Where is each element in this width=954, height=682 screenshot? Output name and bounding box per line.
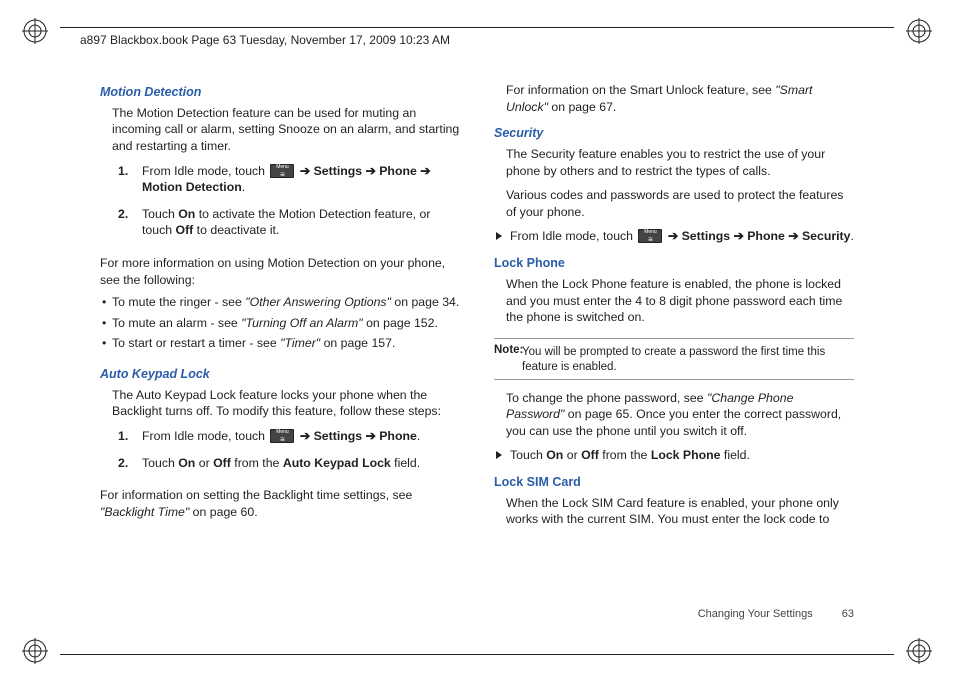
auto-more-info: For information on setting the Backlight… bbox=[100, 487, 460, 520]
page-content: Motion Detection The Motion Detection fe… bbox=[100, 82, 854, 622]
ref: "Backlight Time" bbox=[100, 505, 189, 519]
heading-lock-phone: Lock Phone bbox=[494, 255, 854, 272]
dot: . bbox=[850, 229, 853, 243]
t: To mute an alarm - see bbox=[112, 316, 241, 330]
menu-icon bbox=[270, 164, 294, 178]
registration-mark-bl bbox=[22, 638, 48, 664]
t: field. bbox=[391, 456, 420, 470]
t: from the bbox=[231, 456, 283, 470]
left-column: Motion Detection The Motion Detection fe… bbox=[100, 82, 460, 622]
heading-security: Security bbox=[494, 125, 854, 142]
t: To start or restart a timer - see bbox=[112, 336, 280, 350]
motion-step-2: Touch On to activate the Motion Detectio… bbox=[118, 206, 460, 239]
text: From Idle mode, touch bbox=[142, 429, 268, 443]
right-column: For information on the Smart Unlock feat… bbox=[494, 82, 854, 622]
t: For information on the Smart Unlock feat… bbox=[506, 83, 775, 97]
document-header: a897 Blackbox.book Page 63 Tuesday, Nove… bbox=[80, 33, 450, 47]
lock-sim-p1: When the Lock SIM Card feature is enable… bbox=[506, 495, 854, 528]
auto-intro: The Auto Keypad Lock feature locks your … bbox=[112, 387, 460, 420]
dot: . bbox=[417, 429, 420, 443]
path: ➔ Settings ➔ Phone ➔ Security bbox=[664, 229, 850, 243]
registration-mark-tl bbox=[22, 18, 48, 44]
t: on page 152. bbox=[363, 316, 438, 330]
heading-motion-detection: Motion Detection bbox=[100, 84, 460, 101]
lock-phone-toggle: Touch On or Off from the Lock Phone fiel… bbox=[496, 447, 854, 464]
off: Off bbox=[176, 223, 194, 237]
triangle-bullet-icon bbox=[496, 451, 502, 459]
t: on page 67. bbox=[548, 100, 616, 114]
t: on page 60. bbox=[189, 505, 257, 519]
field: Lock Phone bbox=[651, 448, 721, 462]
t: on page 34. bbox=[391, 295, 459, 309]
motion-step-1: From Idle mode, touch ➔ Settings ➔ Phone… bbox=[118, 163, 460, 196]
note-block: Note: You will be prompted to create a p… bbox=[494, 338, 854, 380]
off: Off bbox=[213, 456, 231, 470]
crop-line-top bbox=[60, 27, 894, 28]
ref: "Turning Off an Alarm" bbox=[241, 316, 363, 330]
lock-phone-p1: When the Lock Phone feature is enabled, … bbox=[506, 276, 854, 326]
t: from the bbox=[599, 448, 651, 462]
text: Touch bbox=[142, 207, 178, 221]
security-p2: Various codes and passwords are used to … bbox=[506, 187, 854, 220]
t: or bbox=[563, 448, 581, 462]
bullet-3: To start or restart a timer - see "Timer… bbox=[102, 335, 460, 352]
ref: "Other Answering Options" bbox=[245, 295, 391, 309]
auto-step-2: Touch On or Off from the Auto Keypad Loc… bbox=[118, 455, 460, 472]
t: To mute the ringer - see bbox=[112, 295, 245, 309]
ref: "Timer" bbox=[280, 336, 320, 350]
t: From Idle mode, touch bbox=[510, 229, 636, 243]
heading-lock-sim: Lock SIM Card bbox=[494, 474, 854, 491]
t: Touch bbox=[510, 448, 546, 462]
smart-unlock-ref: For information on the Smart Unlock feat… bbox=[506, 82, 854, 115]
path: ➔ Settings ➔ Phone bbox=[296, 429, 416, 443]
motion-more-info: For more information on using Motion Det… bbox=[100, 255, 460, 288]
on: On bbox=[178, 207, 195, 221]
note-label: Note: bbox=[494, 344, 523, 356]
field: Auto Keypad Lock bbox=[283, 456, 391, 470]
t: on page 157. bbox=[320, 336, 395, 350]
page-footer: Changing Your Settings 63 bbox=[698, 607, 854, 622]
motion-steps: From Idle mode, touch ➔ Settings ➔ Phone… bbox=[118, 163, 460, 249]
heading-auto-keypad: Auto Keypad Lock bbox=[100, 366, 460, 383]
on: On bbox=[178, 456, 195, 470]
t: To change the phone password, see bbox=[506, 391, 707, 405]
bullet-2: To mute an alarm - see "Turning Off an A… bbox=[102, 315, 460, 332]
dot: . bbox=[242, 180, 245, 194]
t: field. bbox=[721, 448, 750, 462]
page-number: 63 bbox=[842, 607, 854, 622]
triangle-bullet-icon bbox=[496, 232, 502, 240]
motion-bullets: To mute the ringer - see "Other Answerin… bbox=[102, 294, 460, 356]
text: to deactivate it. bbox=[193, 223, 279, 237]
t: or bbox=[195, 456, 213, 470]
on: On bbox=[546, 448, 563, 462]
t: For information on setting the Backlight… bbox=[100, 488, 412, 502]
t: Touch bbox=[142, 456, 178, 470]
menu-icon bbox=[270, 429, 294, 443]
lock-phone-p2: To change the phone password, see "Chang… bbox=[506, 390, 854, 440]
note-body: You will be prompted to create a passwor… bbox=[494, 345, 854, 375]
menu-icon bbox=[638, 229, 662, 243]
auto-step-1: From Idle mode, touch ➔ Settings ➔ Phone… bbox=[118, 428, 460, 445]
motion-intro: The Motion Detection feature can be used… bbox=[112, 105, 460, 155]
footer-section: Changing Your Settings bbox=[698, 608, 813, 620]
security-path: From Idle mode, touch ➔ Settings ➔ Phone… bbox=[496, 228, 854, 245]
auto-steps: From Idle mode, touch ➔ Settings ➔ Phone… bbox=[118, 428, 460, 481]
bullet-1: To mute the ringer - see "Other Answerin… bbox=[102, 294, 460, 311]
crop-line-bottom bbox=[60, 654, 894, 655]
off: Off bbox=[581, 448, 599, 462]
registration-mark-br bbox=[906, 638, 932, 664]
security-p1: The Security feature enables you to rest… bbox=[506, 146, 854, 179]
registration-mark-tr bbox=[906, 18, 932, 44]
text: From Idle mode, touch bbox=[142, 164, 268, 178]
